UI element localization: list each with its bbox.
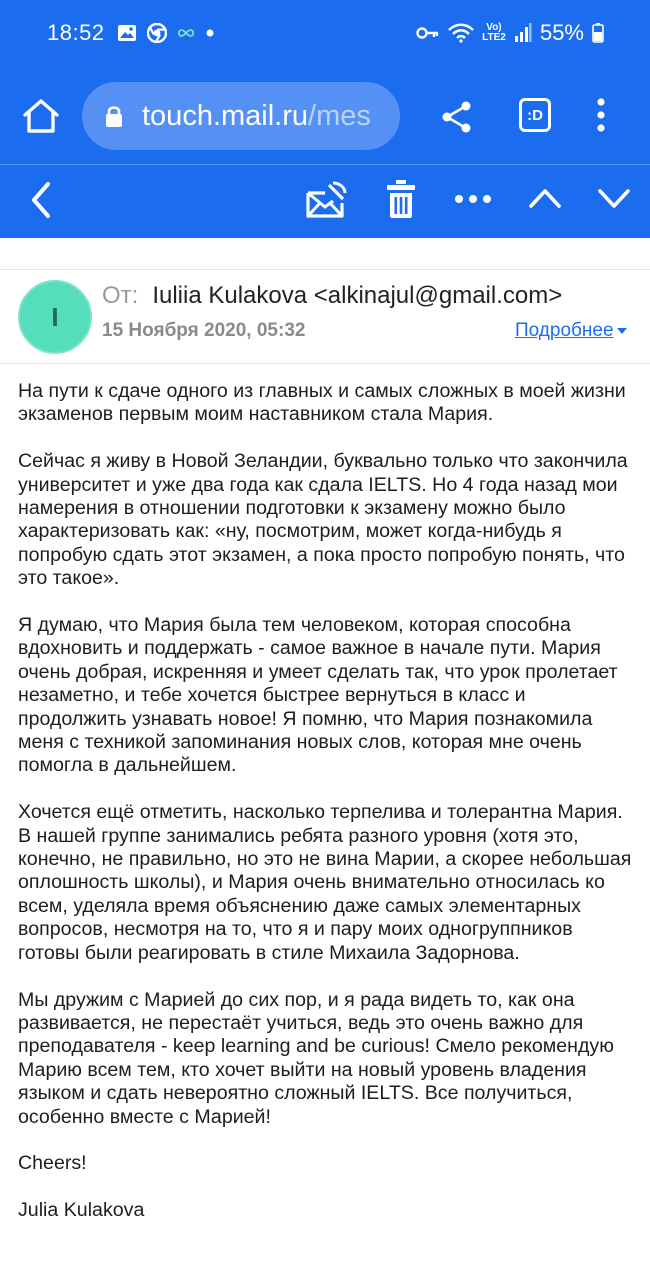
avatar[interactable]: I xyxy=(18,280,92,354)
from-label: От: xyxy=(102,282,139,309)
battery-percent: 55% xyxy=(539,20,584,45)
message-date: 15 Ноября 2020, 05:32 xyxy=(102,320,306,341)
lock-icon xyxy=(106,106,122,127)
url-host: touch.mail.ru xyxy=(142,99,309,132)
details-link[interactable]: Подробнее xyxy=(515,320,627,342)
home-icon[interactable] xyxy=(22,98,60,134)
battery-icon xyxy=(592,23,604,43)
body-signoff: Cheers! xyxy=(18,1152,87,1175)
mark-unread-icon[interactable] xyxy=(305,181,347,219)
body-signature: Julia Kulakova xyxy=(18,1199,145,1222)
url-text: touch.mail.ru/mes xyxy=(142,100,371,133)
message-body: На пути к сдаче одного из главных и самы… xyxy=(18,380,636,1246)
overflow-menu-icon[interactable] xyxy=(596,98,606,132)
status-bar: 18:52 Vo) LTE2 55% xyxy=(0,0,650,66)
status-system-icons: Vo) LTE2 55% xyxy=(416,20,604,46)
message-header: I От: Iuliia Kulakova <alkinajul@gmail.co… xyxy=(0,270,650,364)
status-time: 18:52 xyxy=(47,20,105,45)
previous-icon[interactable] xyxy=(528,187,562,209)
body-paragraph: Я думаю, что Мария была тем человеком, к… xyxy=(18,614,618,777)
signal-icon xyxy=(514,23,532,42)
url-bar[interactable]: touch.mail.ru/mes xyxy=(82,82,400,150)
network-label: Vo) LTE2 xyxy=(482,22,506,43)
back-icon[interactable] xyxy=(30,181,52,219)
url-path: /mes xyxy=(308,99,371,132)
gallery-icon xyxy=(117,25,136,41)
body-paragraph: Сейчас я живу в Новой Зеландии, буквальн… xyxy=(18,450,628,590)
browser-toolbar: touch.mail.ru/mes :D xyxy=(0,66,650,164)
sender-line: От: Iuliia Kulakova <alkinajul@gmail.com> xyxy=(102,282,562,310)
infinity-icon xyxy=(177,29,194,37)
wifi-icon xyxy=(448,23,474,43)
sender[interactable]: Iuliia Kulakova <alkinajul@gmail.com> xyxy=(152,282,562,309)
dot-icon xyxy=(206,29,214,37)
caret-down-icon xyxy=(616,327,627,334)
header-spacer xyxy=(0,238,650,270)
share-icon[interactable] xyxy=(440,100,474,134)
status-notification-icons xyxy=(117,23,215,43)
more-icon[interactable] xyxy=(455,194,491,204)
body-paragraph: На пути к сдаче одного из главных и самы… xyxy=(18,380,626,426)
mail-toolbar xyxy=(0,164,650,238)
chrome-icon xyxy=(146,23,167,43)
next-icon[interactable] xyxy=(597,187,631,209)
key-icon xyxy=(416,27,439,39)
tabs-button[interactable]: :D xyxy=(519,98,551,132)
trash-icon[interactable] xyxy=(386,179,416,219)
body-paragraph: Мы дружим с Марией до сих пор, и я рада … xyxy=(18,988,614,1128)
details-link-label: Подробнее xyxy=(515,320,614,341)
body-paragraph: Хочется ещё отметить, насколько терпелив… xyxy=(18,801,632,964)
